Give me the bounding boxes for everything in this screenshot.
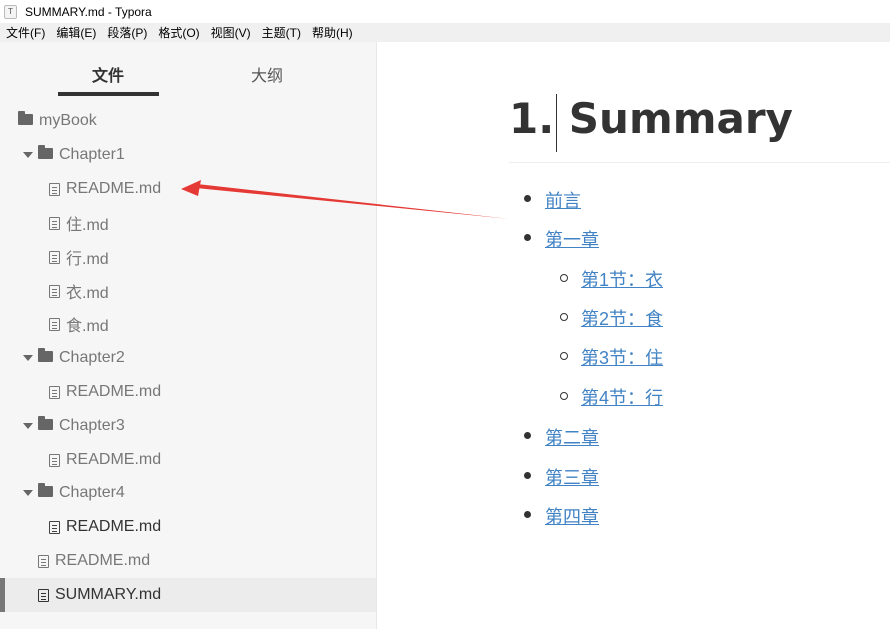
tree-item-label: Chapter2: [59, 349, 125, 366]
file-icon: [38, 554, 49, 568]
tree-item-label: 食.md: [66, 318, 109, 335]
tree-item-label: myBook: [39, 112, 97, 129]
tree-item-label: 行.md: [66, 251, 109, 268]
file-icon: [49, 453, 60, 467]
link-text[interactable]: 第二章: [545, 428, 599, 448]
menu-theme[interactable]: 主题(T): [262, 24, 301, 41]
toc-link-chapter2[interactable]: 第二章: [545, 424, 599, 450]
folder-icon: [38, 416, 53, 430]
tree-item-label: README.md: [66, 180, 162, 197]
menu-edit[interactable]: 编辑(E): [56, 24, 96, 41]
menu-bar: 文件(F) 编辑(E) 段落(P) 格式(O) 视图(V) 主题(T) 帮助(H…: [0, 23, 890, 42]
toc-link-section3[interactable]: 第3节：住: [581, 344, 663, 370]
tree-folder-mybook[interactable]: myBook: [0, 104, 376, 138]
tree-folder-chapter2[interactable]: Chapter2: [0, 341, 376, 375]
text-cursor: [556, 94, 557, 152]
sub-bullet-icon: [560, 313, 568, 321]
tree-file-chapter2-readme[interactable]: README.md: [0, 375, 376, 409]
bullet-icon: [524, 195, 531, 202]
file-icon: [38, 588, 49, 602]
toc-link-preface[interactable]: 前言: [545, 187, 581, 213]
typora-icon: T: [4, 4, 17, 19]
tree-file-shi[interactable]: 食.md: [0, 307, 376, 341]
toc-link-chapter3[interactable]: 第三章: [545, 464, 599, 490]
heading-divider: [509, 162, 890, 163]
caret-down-icon[interactable]: [23, 490, 33, 496]
caret-down-icon[interactable]: [23, 152, 33, 158]
tree-item-label: Chapter3: [59, 417, 125, 434]
bullet-icon: [524, 432, 531, 439]
tree-item-label: Chapter4: [59, 484, 125, 501]
tree-file-yi[interactable]: 衣.md: [0, 274, 376, 308]
tree-file-chapter4-readme[interactable]: README.md: [0, 510, 376, 544]
tree-item-label: README.md: [66, 518, 162, 535]
link-text[interactable]: 第2节：食: [581, 309, 663, 329]
toc-link-section2[interactable]: 第2节：食: [581, 305, 663, 331]
bullet-icon: [524, 511, 531, 518]
window-title: SUMMARY.md - Typora: [25, 4, 152, 19]
active-tab-indicator: [58, 92, 159, 96]
folder-icon: [38, 483, 53, 497]
tab-outline[interactable]: 大纲: [251, 62, 283, 86]
menu-file[interactable]: 文件(F): [6, 24, 45, 41]
tree-item-label: README.md: [55, 552, 151, 569]
tree-file-summary[interactable]: SUMMARY.md: [0, 578, 376, 612]
caret-down-icon[interactable]: [23, 355, 33, 361]
file-icon: [49, 284, 60, 298]
menu-format[interactable]: 格式(O): [158, 24, 199, 41]
folder-icon: [38, 348, 53, 362]
bullet-icon: [524, 472, 531, 479]
bullet-icon: [524, 234, 531, 241]
file-icon: [49, 216, 60, 230]
sidebar: 文件 大纲 myBook Chapter1 README.md 住.md 行.m…: [0, 42, 377, 629]
tree-file-zhu[interactable]: 住.md: [0, 206, 376, 240]
sidebar-tabs: 文件 大纲: [0, 42, 376, 98]
file-icon: [49, 182, 60, 196]
tree-item-label: SUMMARY.md: [55, 586, 162, 603]
tree-file-xing[interactable]: 行.md: [0, 240, 376, 274]
file-icon: [49, 520, 60, 534]
folder-icon: [18, 111, 33, 125]
tree-folder-chapter4[interactable]: Chapter4: [0, 476, 376, 510]
tree-item-label: 衣.md: [66, 285, 109, 302]
sub-bullet-icon: [560, 392, 568, 400]
sub-bullet-icon: [560, 352, 568, 360]
link-text[interactable]: 第3节：住: [581, 348, 663, 368]
file-icon: [49, 317, 60, 331]
tree-item-label: 住.md: [66, 217, 109, 234]
selection-indicator: [0, 578, 5, 612]
link-text[interactable]: 第1节：衣: [581, 270, 663, 290]
caret-down-icon[interactable]: [23, 423, 33, 429]
toc-link-section4[interactable]: 第4节：行: [581, 384, 663, 410]
link-text[interactable]: 第4节：行: [581, 388, 663, 408]
link-text[interactable]: 第四章: [545, 507, 599, 527]
title-bar: T SUMMARY.md - Typora: [0, 0, 890, 23]
link-text[interactable]: 前言: [545, 191, 581, 211]
tree-file-chapter1-readme[interactable]: README.md: [0, 172, 376, 206]
menu-view[interactable]: 视图(V): [211, 24, 251, 41]
file-icon: [49, 385, 60, 399]
tree-folder-chapter1[interactable]: Chapter1: [0, 138, 376, 172]
tree-item-label: README.md: [66, 383, 162, 400]
tree-file-chapter3-readme[interactable]: README.md: [0, 443, 376, 477]
menu-paragraph[interactable]: 段落(P): [107, 24, 147, 41]
link-text[interactable]: 第一章: [545, 230, 599, 250]
tree-item-label: Chapter1: [59, 146, 125, 163]
sub-bullet-icon: [560, 274, 568, 282]
tab-files[interactable]: 文件: [92, 62, 124, 86]
toc-link-chapter1[interactable]: 第一章: [545, 226, 599, 252]
menu-help[interactable]: 帮助(H): [312, 24, 353, 41]
tree-folder-chapter3[interactable]: Chapter3: [0, 409, 376, 443]
link-text[interactable]: 第三章: [545, 468, 599, 488]
tree-item-label: README.md: [66, 451, 162, 468]
tree-file-root-readme[interactable]: README.md: [0, 544, 376, 578]
toc-link-section1[interactable]: 第1节：衣: [581, 266, 663, 292]
page-title[interactable]: 1. Summary: [509, 94, 793, 144]
toc-link-chapter4[interactable]: 第四章: [545, 503, 599, 529]
folder-icon: [38, 145, 53, 159]
file-icon: [49, 250, 60, 264]
editor-pane[interactable]: 1. Summary 前言 第一章 第1节：衣 第2节：食 第3节：住 第4节：…: [377, 42, 890, 629]
